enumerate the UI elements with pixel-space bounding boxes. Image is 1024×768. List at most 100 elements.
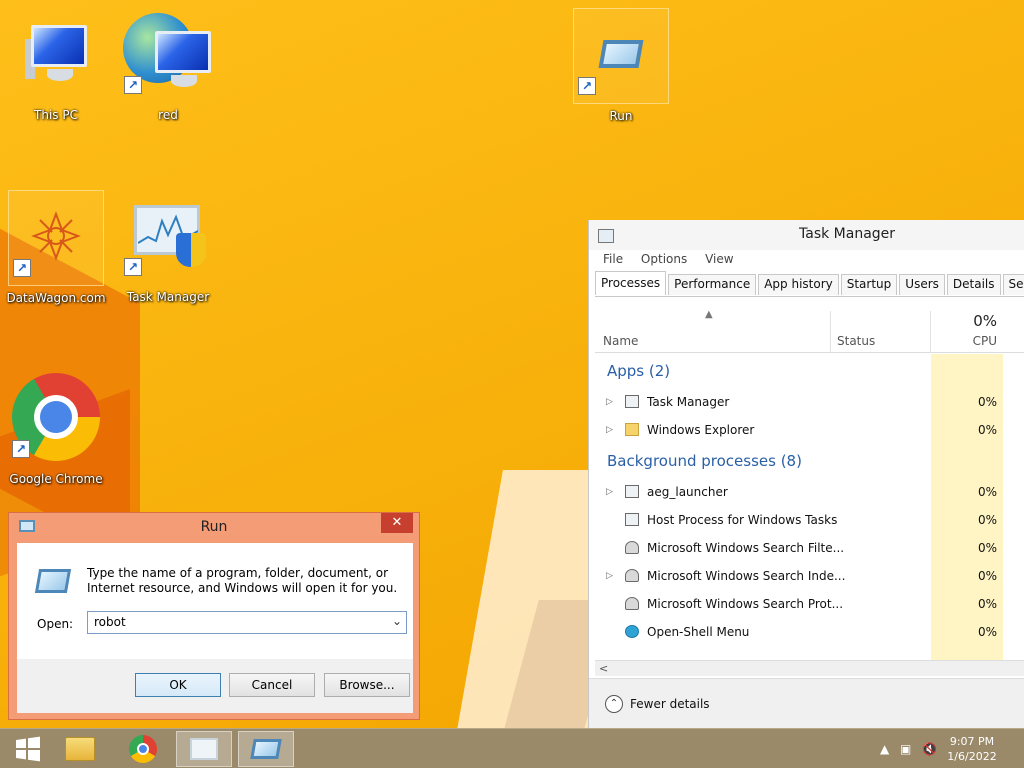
this-pc-icon bbox=[8, 8, 104, 98]
group-background-processes: Background processes (8) bbox=[607, 452, 802, 470]
process-name: Open-Shell Menu bbox=[647, 625, 750, 639]
run-dialog-body: Type the name of a program, folder, docu… bbox=[17, 543, 413, 713]
process-name: Microsoft Windows Search Filte... bbox=[647, 541, 845, 555]
expand-arrow-icon[interactable]: ▷ bbox=[606, 388, 613, 416]
tab-services[interactable]: Services bbox=[1002, 274, 1024, 295]
process-list: ▲ Name Status 0% CPU Apps (2) ▷ Task Man… bbox=[595, 296, 1024, 676]
process-cpu: 0% bbox=[977, 513, 997, 527]
shell-icon bbox=[625, 625, 639, 638]
taskbar-task-manager[interactable] bbox=[176, 731, 232, 767]
volume-muted-icon[interactable]: 🔇 bbox=[922, 742, 937, 756]
cancel-button[interactable]: Cancel bbox=[229, 673, 315, 697]
taskbar-chrome[interactable] bbox=[115, 731, 171, 767]
task-manager-titlebar[interactable]: Task Manager bbox=[589, 220, 1024, 250]
desktop-icon-label: red bbox=[158, 108, 178, 122]
taskbar: ▲ ▣ 🔇 9:07 PM 1/6/2022 bbox=[0, 728, 1024, 768]
browse-button[interactable]: Browse... bbox=[324, 673, 410, 697]
shortcut-arrow-icon: ↗ bbox=[124, 258, 142, 276]
scroll-left-icon[interactable]: < bbox=[599, 662, 608, 675]
task-manager-window: Task Manager File Options View Processes… bbox=[588, 220, 1024, 728]
run-dialog: Run ✕ Type the name of a program, folder… bbox=[8, 512, 420, 720]
chevron-down-icon[interactable]: ⌄ bbox=[392, 614, 402, 628]
horizontal-scrollbar[interactable]: < bbox=[595, 660, 1024, 676]
tab-users[interactable]: Users bbox=[899, 274, 945, 295]
tab-processes[interactable]: Processes bbox=[595, 271, 667, 295]
menu-file[interactable]: File bbox=[603, 252, 623, 266]
process-cpu: 0% bbox=[977, 395, 997, 409]
taskbar-run[interactable] bbox=[238, 731, 294, 767]
desktop-icon-this-pc[interactable]: This PC bbox=[8, 8, 104, 122]
windows-logo-icon bbox=[16, 736, 40, 762]
open-label: Open: bbox=[37, 617, 74, 631]
user-icon bbox=[625, 597, 639, 610]
table-row[interactable]: ▷ Windows Explorer 0% bbox=[595, 416, 1024, 444]
process-name: Host Process for Windows Tasks bbox=[647, 513, 838, 527]
desktop-icon-task-manager[interactable]: ↗ Task Manager bbox=[120, 190, 216, 304]
tab-performance[interactable]: Performance bbox=[668, 274, 757, 295]
run-dialog-content: Type the name of a program, folder, docu… bbox=[17, 543, 413, 659]
desktop-icon-google-chrome[interactable]: ↗ Google Chrome bbox=[0, 356, 117, 486]
sort-arrow-icon: ▲ bbox=[705, 309, 713, 320]
process-cpu: 0% bbox=[977, 569, 997, 583]
run-description: Type the name of a program, folder, docu… bbox=[87, 566, 398, 595]
menu-options[interactable]: Options bbox=[641, 252, 687, 266]
task-manager-icon bbox=[190, 738, 218, 760]
desktop[interactable]: This PC ↗ red ↗ Run ↗ DataWagon.com ↗ Ta… bbox=[0, 0, 1024, 728]
column-header: ▲ Name Status 0% CPU bbox=[595, 297, 1024, 353]
start-button[interactable] bbox=[0, 731, 56, 767]
chrome-icon bbox=[129, 735, 157, 763]
tab-details[interactable]: Details bbox=[946, 274, 1001, 295]
process-name: Microsoft Windows Search Inde... bbox=[647, 569, 846, 583]
expand-arrow-icon[interactable]: ▷ bbox=[606, 562, 613, 590]
table-row[interactable]: Open-Shell Menu 0% bbox=[595, 618, 1024, 646]
clock[interactable]: 9:07 PM 1/6/2022 bbox=[942, 734, 1002, 764]
tab-app-history[interactable]: App history bbox=[758, 274, 839, 295]
desktop-icon-red[interactable]: ↗ red bbox=[120, 8, 216, 122]
desktop-icon-label: Google Chrome bbox=[9, 472, 103, 486]
table-row[interactable]: Microsoft Windows Search Filte... 0% bbox=[595, 534, 1024, 562]
table-row[interactable]: ▷ aeg_launcher 0% bbox=[595, 478, 1024, 506]
desktop-icon-datawagon[interactable]: ↗ DataWagon.com bbox=[6, 190, 106, 305]
window-icon bbox=[625, 513, 639, 526]
fewer-details-link[interactable]: Fewer details bbox=[630, 697, 710, 711]
process-cpu: 0% bbox=[977, 485, 997, 499]
close-button[interactable]: ✕ bbox=[381, 513, 413, 533]
network-icon[interactable]: ▣ bbox=[900, 742, 911, 756]
folder-icon bbox=[625, 423, 639, 436]
table-row[interactable]: Host Process for Windows Tasks 0% bbox=[595, 506, 1024, 534]
ok-button[interactable]: OK bbox=[135, 673, 221, 697]
desktop-icon-label: DataWagon.com bbox=[6, 291, 106, 305]
window-icon bbox=[625, 485, 639, 498]
chevron-up-icon[interactable]: ⌃ bbox=[605, 695, 623, 713]
column-name[interactable]: Name bbox=[603, 334, 638, 348]
taskmgr-icon bbox=[625, 395, 639, 408]
open-combobox[interactable]: robot ⌄ bbox=[87, 611, 407, 634]
taskbar-file-explorer[interactable] bbox=[52, 731, 108, 767]
open-input-value[interactable]: robot bbox=[94, 615, 126, 629]
expand-arrow-icon[interactable]: ▷ bbox=[606, 478, 613, 506]
shortcut-arrow-icon: ↗ bbox=[13, 259, 31, 277]
clock-time: 9:07 PM bbox=[949, 735, 995, 748]
process-name: Microsoft Windows Search Prot... bbox=[647, 597, 844, 611]
system-tray: ▲ ▣ 🔇 9:07 PM 1/6/2022 bbox=[864, 729, 1024, 768]
folder-icon bbox=[65, 737, 95, 761]
process-cpu: 0% bbox=[977, 625, 997, 639]
process-cpu: 0% bbox=[977, 423, 997, 437]
menu-view[interactable]: View bbox=[705, 252, 733, 266]
column-status[interactable]: Status bbox=[837, 334, 875, 348]
run-icon bbox=[250, 739, 282, 759]
run-dialog-title: Run bbox=[200, 519, 228, 535]
clock-date: 1/6/2022 bbox=[947, 750, 997, 763]
desktop-icon-run[interactable]: ↗ Run bbox=[573, 8, 669, 123]
table-row[interactable]: Microsoft Windows Search Prot... 0% bbox=[595, 590, 1024, 618]
show-hidden-icons-icon[interactable]: ▲ bbox=[880, 742, 889, 756]
table-row[interactable]: ▷ Microsoft Windows Search Inde... 0% bbox=[595, 562, 1024, 590]
menu-bar: File Options View bbox=[603, 252, 748, 266]
task-manager-title: Task Manager bbox=[799, 226, 896, 242]
task-manager-footer: ⌃ Fewer details bbox=[589, 678, 1024, 728]
process-name: Windows Explorer bbox=[647, 423, 755, 437]
tab-startup[interactable]: Startup bbox=[840, 274, 898, 295]
column-cpu[interactable]: CPU bbox=[931, 334, 997, 348]
table-row[interactable]: ▷ Task Manager 0% bbox=[595, 388, 1024, 416]
expand-arrow-icon[interactable]: ▷ bbox=[606, 416, 613, 444]
